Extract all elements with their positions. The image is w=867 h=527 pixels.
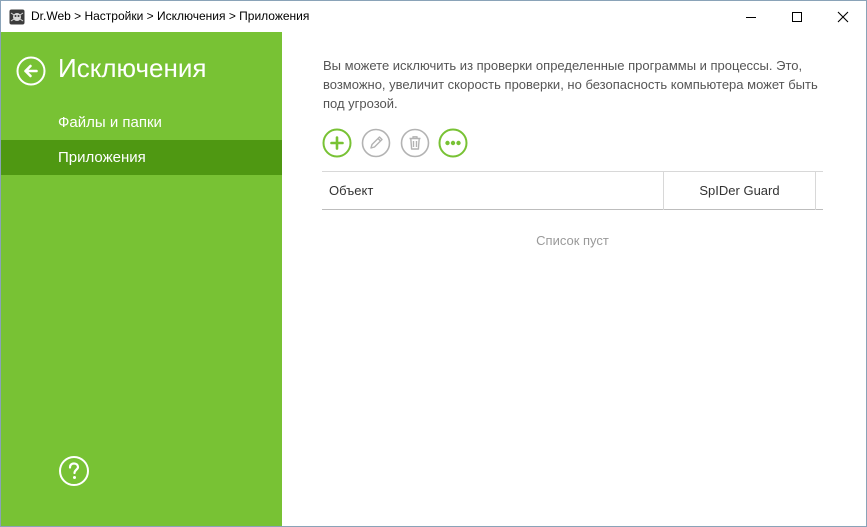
pencil-icon <box>361 128 391 158</box>
more-button[interactable] <box>438 128 468 158</box>
sidebar: Исключения Файлы и папки Приложения <box>1 32 282 526</box>
sidebar-item-label: Приложения <box>58 149 146 166</box>
close-icon <box>837 11 849 22</box>
plus-icon <box>322 128 352 158</box>
back-button[interactable] <box>16 56 46 86</box>
empty-list-text: Список пуст <box>536 233 609 248</box>
add-button[interactable] <box>322 128 352 158</box>
minimize-icon <box>746 16 756 18</box>
more-icon <box>438 128 468 158</box>
description-text: Вы можете исключить из проверки определе… <box>323 58 818 111</box>
back-arrow-icon <box>16 56 46 86</box>
main-content: Вы можете исключить из проверки определе… <box>282 32 866 526</box>
close-button[interactable] <box>820 1 866 32</box>
maximize-icon <box>792 11 802 22</box>
window-title: Dr.Web > Настройки > Исключения > Прилож… <box>31 9 310 23</box>
delete-button[interactable] <box>400 128 430 158</box>
column-header-object[interactable]: Объект <box>322 172 664 210</box>
sidebar-item-applications[interactable]: Приложения <box>1 140 282 175</box>
edit-button[interactable] <box>361 128 391 158</box>
sidebar-item-label: Файлы и папки <box>58 114 162 131</box>
help-button[interactable] <box>58 455 90 487</box>
maximize-button[interactable] <box>774 1 820 32</box>
trash-icon <box>400 128 430 158</box>
sidebar-title: Исключения <box>58 53 207 83</box>
title-bar: Dr.Web > Настройки > Исключения > Прилож… <box>1 1 866 32</box>
sidebar-item-files-folders[interactable]: Файлы и папки <box>1 105 282 140</box>
app-window: Dr.Web > Настройки > Исключения > Прилож… <box>0 0 867 527</box>
minimize-button[interactable] <box>728 1 774 32</box>
column-header-spider-guard[interactable]: SpIDer Guard <box>664 172 816 210</box>
help-icon <box>59 456 89 486</box>
drweb-spider-icon <box>9 9 25 25</box>
table-header: Объект SpIDer Guard <box>322 171 823 210</box>
